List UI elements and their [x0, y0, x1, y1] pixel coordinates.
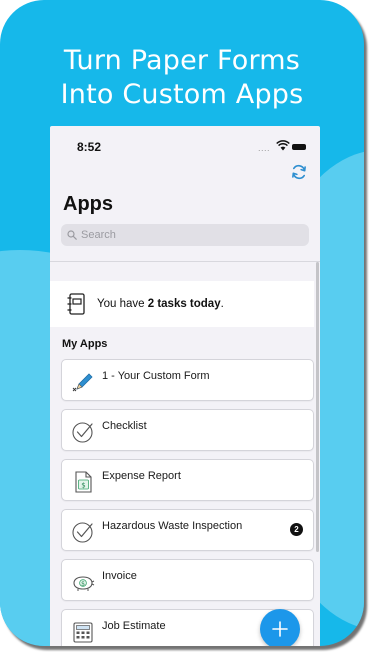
search-bar[interactable] [61, 224, 309, 246]
tasks-banner[interactable]: You have 2 tasks today. [50, 281, 314, 327]
app-card-hazardous-waste-inspection[interactable]: Hazardous Waste Inspection 2 [61, 509, 314, 551]
checkmark-circle-icon [72, 522, 93, 543]
headline-line-1: Turn Paper Forms [63, 45, 301, 76]
scrollbar[interactable] [316, 262, 319, 552]
calculator-icon [73, 622, 93, 643]
headline-line-2: Into Custom Apps [60, 79, 304, 110]
plus-icon [272, 621, 288, 637]
piggy-bank-icon: $ [73, 576, 95, 591]
my-apps-section-title: My Apps [62, 338, 108, 350]
dollar-document-icon: $ [75, 471, 92, 493]
add-app-button[interactable] [260, 609, 300, 646]
app-label: Job Estimate [102, 620, 166, 632]
notification-badge: 2 [290, 523, 303, 536]
app-label: Checklist [102, 420, 147, 432]
status-bar: 8:52 .... [50, 126, 320, 158]
checkmark-circle-icon [72, 422, 93, 443]
battery-icon [292, 144, 306, 150]
svg-text:$: $ [81, 580, 85, 587]
phone-screen: 8:52 .... Apps Search You have 2 tasks t… [50, 126, 320, 646]
app-label: Hazardous Waste Inspection [102, 520, 243, 532]
signal-icon: .... [258, 143, 271, 153]
app-card-expense-report[interactable]: $ Expense Report [61, 459, 314, 501]
tasks-text-prefix: You have [97, 298, 148, 310]
app-label: Invoice [102, 570, 137, 582]
search-input[interactable] [81, 229, 301, 241]
app-card-invoice[interactable]: $ Invoice [61, 559, 314, 601]
promo-headline: Turn Paper Forms Into Custom Apps [0, 44, 364, 112]
promo-card: Turn Paper Forms Into Custom Apps 8:52 .… [0, 0, 364, 646]
tasks-text-suffix: . [220, 298, 224, 310]
app-label: 1 - Your Custom Form [102, 370, 210, 382]
app-card-custom-form[interactable]: 1 - Your Custom Form [61, 359, 314, 401]
search-icon [67, 230, 77, 240]
task-list-icon [67, 293, 85, 315]
tasks-count: 2 tasks today [147, 298, 221, 310]
status-time: 8:52 [77, 140, 102, 154]
app-label: Expense Report [102, 470, 181, 482]
page-title: Apps [63, 193, 113, 215]
svg-text:$: $ [81, 481, 85, 489]
wifi-icon [276, 140, 290, 151]
tasks-text: You have 2 tasks today. [97, 298, 224, 310]
header-divider [50, 261, 320, 262]
pencil-icon [72, 373, 93, 392]
apps-list: 1 - Your Custom Form Checklist $ Expense… [61, 359, 314, 646]
app-card-checklist[interactable]: Checklist [61, 409, 314, 451]
refresh-icon[interactable] [290, 163, 308, 181]
